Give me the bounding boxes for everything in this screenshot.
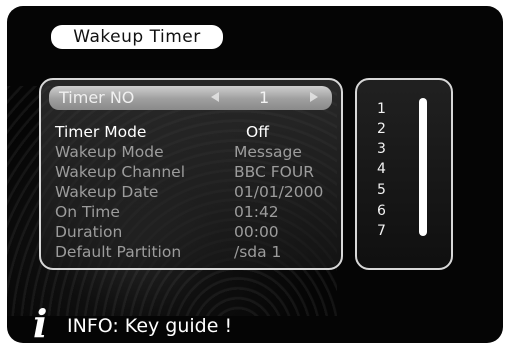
tv-screen: Wakeup Timer Timer NO 1 Timer Mode Off W… bbox=[7, 6, 503, 343]
setting-value: 01/01/2000 bbox=[234, 183, 324, 201]
timer-list-panel: 1 2 3 4 5 6 7 bbox=[355, 78, 453, 270]
timer-list-item[interactable]: 3 bbox=[377, 140, 386, 158]
timer-list-item[interactable]: 6 bbox=[377, 202, 386, 220]
setting-value: Off bbox=[246, 123, 269, 141]
setting-value: Message bbox=[234, 143, 302, 161]
setting-value: BBC FOUR bbox=[234, 163, 314, 181]
info-key-guide: INFO: Key guide ! bbox=[67, 315, 233, 337]
setting-label: Wakeup Date bbox=[55, 183, 159, 201]
arrow-right-icon[interactable] bbox=[310, 92, 318, 102]
timer-number-value: 1 bbox=[259, 88, 270, 107]
timer-list-item[interactable]: 5 bbox=[377, 181, 386, 199]
info-icon: i bbox=[33, 301, 48, 343]
setting-value: /sda 1 bbox=[234, 243, 282, 261]
setting-label: On Time bbox=[55, 203, 120, 221]
timer-list-item[interactable]: 2 bbox=[377, 120, 386, 138]
timer-list-item[interactable]: 1 bbox=[377, 100, 386, 118]
arrow-left-icon[interactable] bbox=[211, 92, 219, 102]
setting-label: Duration bbox=[55, 223, 123, 241]
setting-label: Timer Mode bbox=[55, 123, 147, 141]
timer-number-selector[interactable]: Timer NO 1 bbox=[49, 86, 332, 110]
setting-value: 00:00 bbox=[234, 223, 279, 241]
timer-list-item[interactable]: 7 bbox=[377, 222, 386, 240]
setting-label: Wakeup Channel bbox=[55, 163, 186, 181]
setting-value: 01:42 bbox=[234, 203, 279, 221]
list-scrollbar[interactable] bbox=[419, 98, 427, 236]
setting-label: Wakeup Mode bbox=[55, 143, 164, 161]
timer-number-label: Timer NO bbox=[59, 88, 135, 107]
settings-panel: Timer NO 1 Timer Mode Off Wakeup Mode Me… bbox=[39, 78, 343, 270]
setting-label: Default Partition bbox=[55, 243, 182, 261]
timer-list-item[interactable]: 4 bbox=[377, 160, 386, 178]
page-title: Wakeup Timer bbox=[51, 25, 223, 49]
